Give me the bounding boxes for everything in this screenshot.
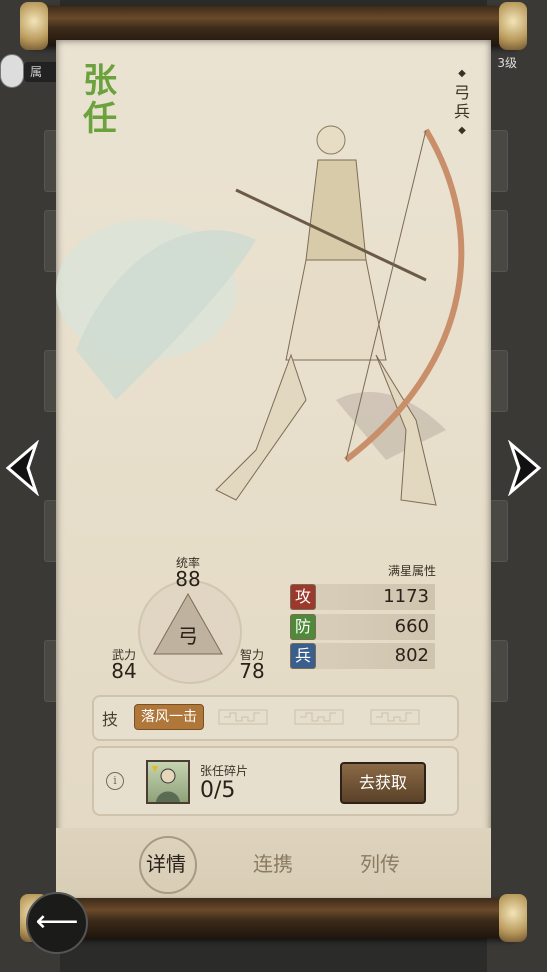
background-level: 3级 [497, 56, 517, 70]
empty-skill-slot[interactable] [294, 709, 344, 725]
troop-char: 弓 [178, 624, 198, 648]
troops-row: 兵 802 [290, 643, 435, 669]
hero-scroll-paper: 张任 ◆ 弓兵 ◆ 弓 统率 88 武力 84 智力 78 满星属性 攻 117… [56, 40, 491, 898]
background-slot [490, 350, 508, 412]
defense-value: 660 [394, 616, 429, 637]
info-icon[interactable]: i [106, 772, 124, 790]
troops-value: 802 [394, 645, 429, 666]
empty-skill-slot[interactable] [218, 709, 268, 725]
roller-cap [499, 894, 527, 942]
empty-skill-slot[interactable] [370, 709, 420, 725]
hero-shard-portrait [146, 760, 190, 804]
background-avatar [0, 54, 24, 88]
shard-title: 张任碎片 [200, 764, 249, 778]
hero-portrait-art [56, 125, 465, 506]
troops-icon: 兵 [290, 643, 316, 669]
defense-icon: 防 [290, 614, 316, 640]
skill-button[interactable]: 落风一击 [134, 704, 204, 730]
tab-detail[interactable]: 详情 [126, 848, 206, 877]
background-slot [490, 130, 508, 192]
tab-bio[interactable]: 列传 [340, 848, 420, 877]
force-value: 84 [111, 659, 137, 683]
skills-bar: 技 落风一击 [92, 695, 459, 741]
previous-hero-arrow-icon[interactable] [2, 440, 42, 496]
tab-link[interactable]: 连携 [233, 848, 313, 877]
shard-count: 0/5 [200, 778, 236, 803]
back-arrow-icon[interactable]: ⟵ [26, 892, 88, 954]
background-slot [490, 210, 508, 272]
next-hero-arrow-icon[interactable] [505, 440, 545, 496]
shard-panel: i 张任碎片 0/5 去获取 [92, 746, 459, 816]
background-slot [490, 500, 508, 562]
diamond-icon: ◆ [458, 68, 466, 79]
roller-cap [20, 2, 48, 50]
command-value: 88 [175, 567, 201, 591]
attack-value: 1173 [383, 586, 429, 607]
scroll-bottom-roller [20, 894, 527, 942]
defense-row: 防 660 [290, 614, 435, 640]
attack-icon: 攻 [290, 584, 316, 610]
intel-value: 78 [239, 659, 265, 683]
background-slot [490, 640, 508, 702]
skills-tag: 技 [102, 710, 119, 729]
get-shards-button[interactable]: 去获取 [340, 762, 426, 804]
attack-row: 攻 1173 [290, 584, 435, 610]
bottom-tab-bar: 详情 连携 列传 [56, 828, 491, 898]
full-star-title: 满星属性 [387, 564, 436, 578]
roller-cap [499, 2, 527, 50]
